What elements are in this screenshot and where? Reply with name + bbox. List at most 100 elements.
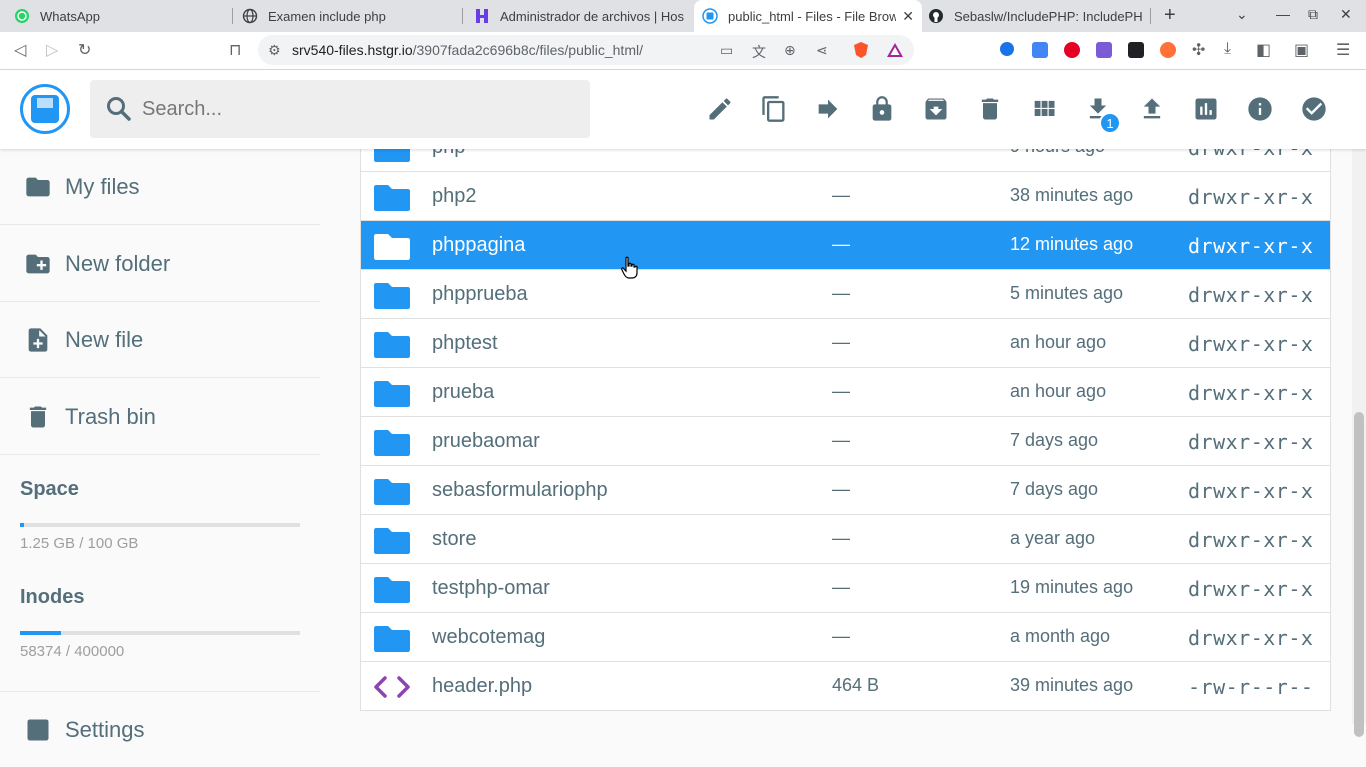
share-icon[interactable]: ⋖ <box>816 42 828 59</box>
delete-button[interactable] <box>973 92 1007 126</box>
extension-adblock-icon[interactable] <box>1064 42 1080 58</box>
folder-icon <box>26 177 50 196</box>
reload-icon[interactable]: ↻ <box>78 40 91 60</box>
switch-view-button[interactable] <box>1027 92 1061 126</box>
file-row[interactable]: php2 — 38 minutes ago drwxr-xr-x <box>360 172 1331 221</box>
upload-button[interactable] <box>1135 92 1169 126</box>
file-row[interactable]: webcotemag — a month ago drwxr-xr-x <box>360 613 1331 662</box>
tab-filebrowser[interactable]: public_html - Files - File Brow ✕ <box>694 0 922 32</box>
folder-icon <box>374 332 410 358</box>
scrollbar-thumb[interactable] <box>1354 412 1364 737</box>
translate-icon[interactable]: 文 <box>752 42 766 62</box>
file-size: — <box>832 479 850 499</box>
copy-icon <box>762 96 785 122</box>
file-name: phppagina <box>432 234 526 256</box>
file-row[interactable]: php — 9 hours ago drwxr-xr-x <box>360 149 1331 172</box>
download-button[interactable]: 1 <box>1081 92 1121 134</box>
address-bar[interactable]: ⚙ srv540-files.hstgr.io/3907fada2c696b8c… <box>258 35 914 65</box>
extension-edge-icon[interactable] <box>1000 42 1014 56</box>
permissions-button[interactable] <box>865 92 899 126</box>
space-value: 1.25 GB / 100 GB <box>20 535 139 552</box>
url-path: /3907fada2c696b8c/files/public_html/ <box>412 42 643 58</box>
file-row[interactable]: testphp-omar — 19 minutes ago drwxr-xr-x <box>360 564 1331 613</box>
bookmark-icon[interactable]: ⊓ <box>229 40 241 60</box>
file-row[interactable]: sebasformulariophp — 7 days ago drwxr-xr-x <box>360 466 1331 515</box>
brave-shield-icon[interactable] <box>852 41 870 59</box>
sidebar-item-label: Trash bin <box>65 403 156 429</box>
zoom-icon[interactable]: ⊕ <box>784 42 796 59</box>
select-multiple-button[interactable] <box>1297 92 1331 126</box>
file-modified: 9 hours ago <box>1010 149 1105 157</box>
close-icon[interactable]: ✕ <box>902 8 914 25</box>
extensions-puzzle-icon[interactable]: ✣ <box>1192 40 1205 60</box>
info-button[interactable] <box>1243 92 1277 126</box>
site-info-icon[interactable]: ⚙ <box>268 42 281 59</box>
tab-list-chevron-icon[interactable]: ⌄ <box>1236 6 1248 23</box>
wallet-icon[interactable]: ▣ <box>1294 40 1309 60</box>
new-tab-icon[interactable]: + <box>1164 4 1176 27</box>
file-size: 464 B <box>832 675 880 695</box>
search-box[interactable] <box>90 80 590 138</box>
trash-icon <box>981 98 999 120</box>
folder-icon <box>374 430 410 456</box>
maximize-icon[interactable]: ⧉ <box>1308 6 1318 23</box>
sidebar-item-trash-bin[interactable]: Trash bin <box>0 379 320 455</box>
minimize-icon[interactable]: — <box>1276 6 1290 22</box>
search-input[interactable] <box>142 97 562 121</box>
tab-github[interactable]: Sebaslw/IncludePHP: IncludePH <box>922 0 1148 32</box>
tab-whatsapp[interactable]: WhatsApp <box>0 0 232 32</box>
move-button[interactable] <box>811 92 845 126</box>
usage-button[interactable] <box>1189 92 1223 126</box>
brave-rewards-icon[interactable] <box>886 41 904 59</box>
space-progress-bar <box>20 523 300 527</box>
tab-separator <box>1150 8 1151 24</box>
sidebar-item-new-folder[interactable]: New folder <box>0 226 320 302</box>
archive-icon <box>925 98 947 120</box>
extension-notion-icon[interactable] <box>1128 42 1144 58</box>
file-size: — <box>832 283 850 303</box>
file-modified: 7 days ago <box>1010 479 1099 499</box>
chart-icon <box>1195 98 1217 120</box>
window-close-icon[interactable]: ✕ <box>1340 6 1352 23</box>
trash-icon <box>29 406 47 427</box>
file-row[interactable]: store — a year ago drwxr-xr-x <box>360 515 1331 564</box>
file-row[interactable]: prueba — an hour ago drwxr-xr-x <box>360 368 1331 417</box>
extension-fire-icon[interactable] <box>1160 42 1176 58</box>
file-size: — <box>832 577 850 597</box>
file-permissions: drwxr-xr-x <box>1188 332 1314 356</box>
filebrowser-icon <box>702 8 718 24</box>
file-row[interactable]: header.php 464 B 39 minutes ago -rw-r--r-- <box>360 662 1331 711</box>
sidebar-item-my-files[interactable]: My files <box>0 149 320 225</box>
file-row[interactable]: phptest — an hour ago drwxr-xr-x <box>360 319 1331 368</box>
file-permissions: drwxr-xr-x <box>1188 185 1314 209</box>
extension-translate-icon[interactable] <box>1032 42 1048 58</box>
forward-arrow-icon <box>818 99 838 119</box>
archive-button[interactable] <box>919 92 953 126</box>
page-scrollbar[interactable] <box>1352 70 1366 737</box>
menu-icon[interactable]: ☰ <box>1336 40 1350 60</box>
inodes-progress-bar <box>20 631 300 635</box>
extension-pen-icon[interactable] <box>1096 42 1112 58</box>
tab-title: Sebaslw/IncludePHP: IncludePH <box>954 8 1143 24</box>
grid-view-icon <box>1034 100 1055 116</box>
cast-icon[interactable]: ▭ <box>720 42 733 59</box>
sidebar-toggle-icon[interactable]: ◧ <box>1256 40 1271 60</box>
filebrowser-logo[interactable] <box>20 84 70 134</box>
sidebar-item-new-file[interactable]: New file <box>0 302 320 378</box>
copy-button[interactable] <box>757 92 791 126</box>
sidebar-item-settings[interactable]: Settings <box>0 691 320 767</box>
file-name: prueba <box>432 381 495 403</box>
file-modified: 19 minutes ago <box>1010 577 1134 597</box>
create-folder-icon <box>26 254 50 273</box>
file-row[interactable]: phppagina — 12 minutes ago drwxr-xr-x <box>360 221 1331 270</box>
tab-hostinger[interactable]: Administrador de archivos | Hos <box>460 0 692 32</box>
file-row[interactable]: phpprueba — 5 minutes ago drwxr-xr-x <box>360 270 1331 319</box>
downloads-icon[interactable]: ⤓ <box>1224 40 1231 58</box>
file-row[interactable]: pruebaomar — 7 days ago drwxr-xr-x <box>360 417 1331 466</box>
file-size: — <box>832 234 850 254</box>
tab-examen[interactable]: Examen include php <box>230 0 462 32</box>
back-icon[interactable]: ◁ <box>14 40 26 60</box>
rename-button[interactable] <box>703 92 737 126</box>
forward-icon[interactable]: ▷ <box>46 40 58 60</box>
file-modified: a year ago <box>1010 528 1096 548</box>
